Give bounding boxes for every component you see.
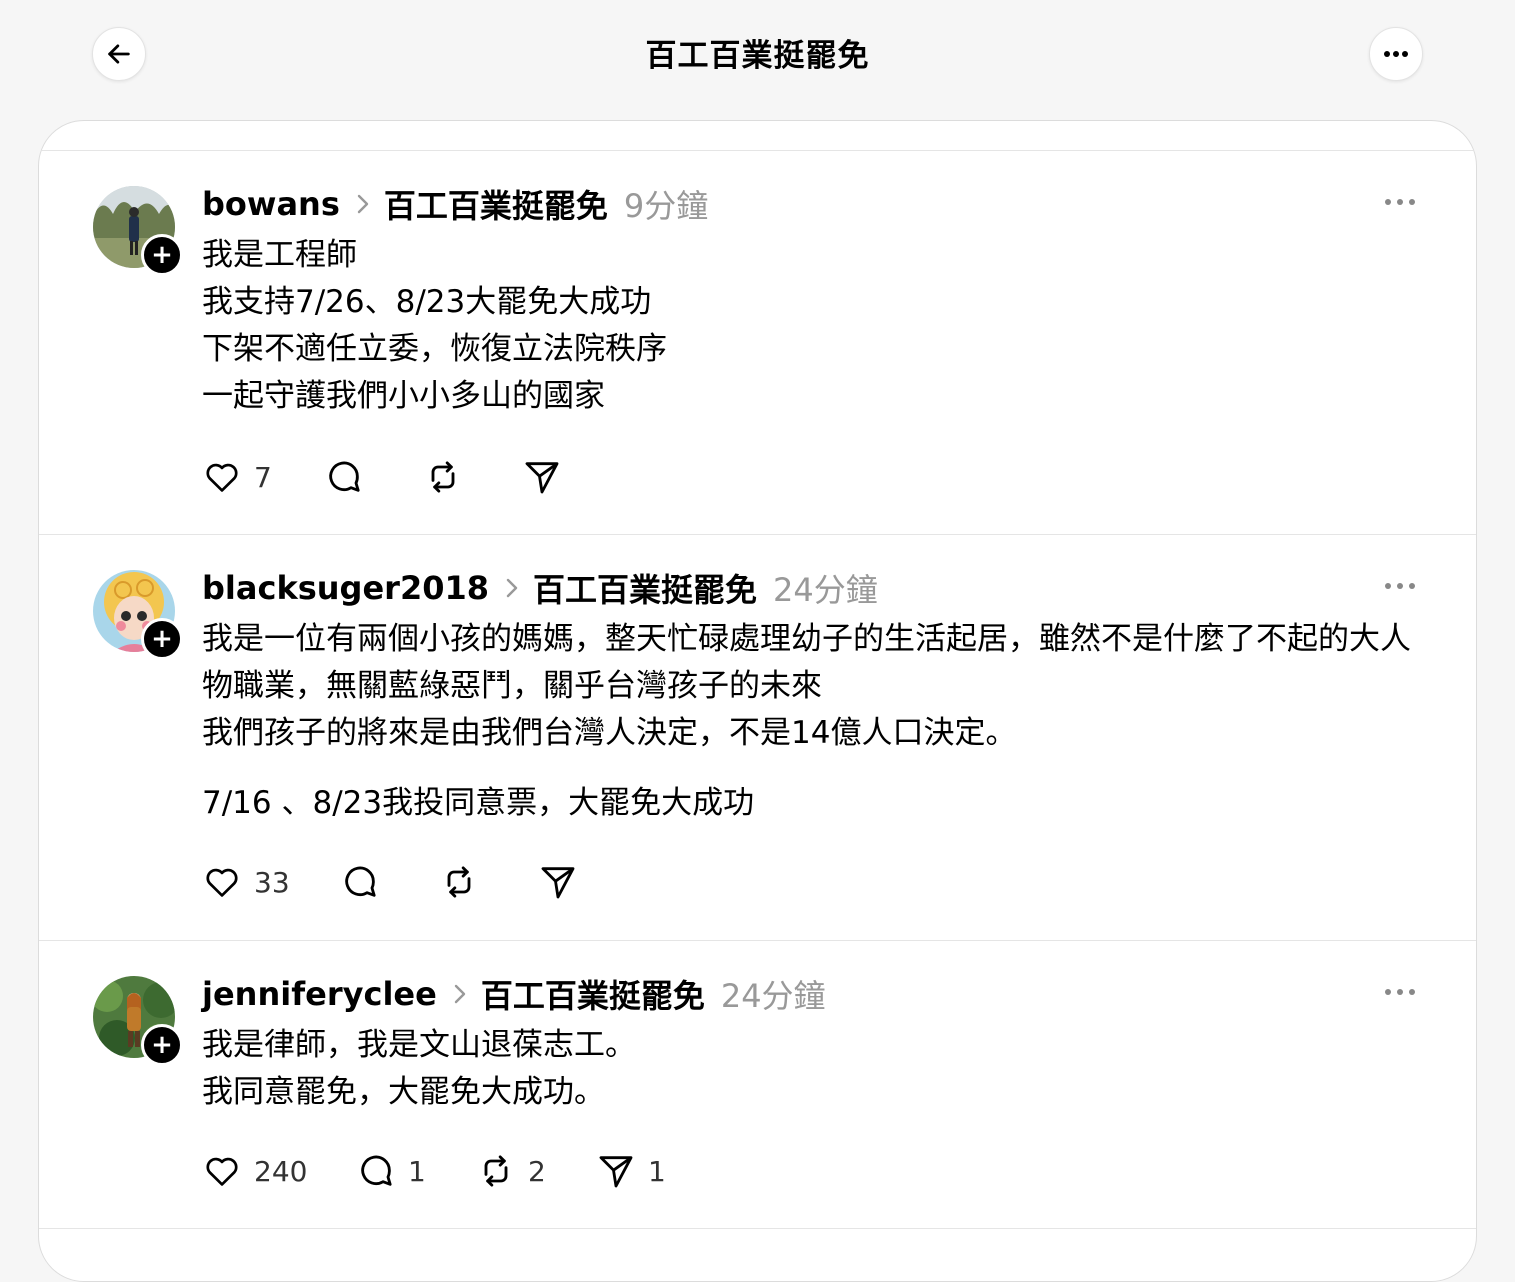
heart-icon bbox=[206, 463, 238, 492]
post-paragraph: 我是一位有兩個小孩的媽媽，整天忙碌處理幼子的生活起居，雖然不是什麼了不起的大人物… bbox=[202, 621, 1411, 751]
send-icon bbox=[599, 1156, 633, 1188]
repost-icon bbox=[447, 866, 471, 898]
follow-plus-icon[interactable]: + bbox=[141, 234, 183, 276]
share-button[interactable] bbox=[538, 862, 578, 902]
ellipsis-icon bbox=[1385, 583, 1415, 589]
post-paragraph: 我是律師，我是文山退葆志工。 我同意罷免，大罷免大成功。 bbox=[202, 1027, 636, 1110]
chevron-right-icon bbox=[356, 193, 370, 215]
reply-button[interactable]: 1 bbox=[356, 1151, 426, 1191]
share-button[interactable]: 1 bbox=[596, 1151, 666, 1191]
ellipsis-icon bbox=[1385, 989, 1415, 995]
post-body: 我是工程師 我支持7/26、8/23大罷免大成功 下架不適任立委，恢復立法院秩序… bbox=[202, 232, 1432, 420]
share-count: 1 bbox=[648, 1154, 666, 1188]
feed-card: + bowans 百工百業挺罷免 9分鐘 我是工程師 我支持7/26、8/23大… bbox=[38, 120, 1477, 1282]
reply-button[interactable] bbox=[324, 457, 364, 497]
divider bbox=[39, 1228, 1476, 1229]
post[interactable]: + blacksuger2018 百工百業挺罷免 24分鐘 我是一位有兩個小孩的… bbox=[39, 535, 1476, 939]
repost-button[interactable] bbox=[423, 457, 463, 497]
reply-count: 1 bbox=[408, 1154, 426, 1188]
page-title: 百工百業挺罷免 bbox=[645, 38, 870, 74]
more-options-button[interactable] bbox=[1369, 27, 1423, 81]
post-time: 24分鐘 bbox=[773, 571, 878, 609]
repost-button[interactable]: 2 bbox=[476, 1151, 546, 1191]
chevron-right-icon bbox=[453, 983, 467, 1005]
follow-plus-icon[interactable]: + bbox=[141, 1024, 183, 1066]
post-time: 24分鐘 bbox=[720, 977, 826, 1015]
top-bar: 百工百業挺罷免 bbox=[0, 0, 1515, 110]
speech-bubble-icon bbox=[329, 461, 360, 492]
post-more-button[interactable] bbox=[1380, 192, 1420, 212]
speech-bubble-icon bbox=[345, 866, 376, 897]
post-header: bowans 百工百業挺罷免 9分鐘 bbox=[202, 181, 708, 227]
username[interactable]: blacksuger2018 bbox=[202, 569, 489, 607]
send-icon bbox=[541, 867, 575, 899]
share-button[interactable] bbox=[522, 457, 562, 497]
post[interactable]: + bowans 百工百業挺罷免 9分鐘 我是工程師 我支持7/26、8/23大… bbox=[39, 151, 1476, 534]
repost-icon bbox=[484, 1155, 508, 1187]
post-body: 我是律師，我是文山退葆志工。 我同意罷免，大罷免大成功。 bbox=[202, 1022, 1432, 1116]
heart-icon bbox=[206, 868, 238, 897]
post-body: 我是一位有兩個小孩的媽媽，整天忙碌處理幼子的生活起居，雖然不是什麼了不起的大人物… bbox=[202, 616, 1432, 827]
community-name[interactable]: 百工百業挺罷免 bbox=[384, 181, 608, 227]
post-actions: 33 bbox=[202, 862, 622, 902]
post-header: jenniferyclee 百工百業挺罷免 24分鐘 bbox=[202, 971, 826, 1017]
like-count: 33 bbox=[254, 865, 290, 899]
like-button[interactable]: 240 bbox=[202, 1151, 307, 1191]
username[interactable]: jenniferyclee bbox=[202, 975, 437, 1013]
repost-icon bbox=[431, 461, 455, 493]
post-actions: 7 bbox=[202, 457, 602, 497]
like-count: 7 bbox=[254, 460, 272, 494]
ellipsis-icon bbox=[1385, 199, 1415, 205]
repost-count: 2 bbox=[528, 1154, 546, 1188]
like-count: 240 bbox=[254, 1154, 308, 1188]
ellipsis-icon bbox=[1384, 51, 1408, 57]
post-header: blacksuger2018 百工百業挺罷免 24分鐘 bbox=[202, 565, 878, 611]
post-time: 9分鐘 bbox=[623, 187, 709, 225]
community-name[interactable]: 百工百業挺罷免 bbox=[533, 565, 757, 611]
post-more-button[interactable] bbox=[1380, 576, 1420, 596]
speech-bubble-icon bbox=[361, 1155, 392, 1186]
community-name[interactable]: 百工百業挺罷免 bbox=[481, 971, 705, 1017]
post-paragraph: 7/16 、8/23我投同意票，大罷免大成功 bbox=[202, 785, 755, 821]
post-paragraph: 我是工程師 我支持7/26、8/23大罷免大成功 下架不適任立委，恢復立法院秩序… bbox=[202, 237, 667, 414]
send-icon bbox=[525, 462, 559, 494]
repost-button[interactable] bbox=[439, 862, 479, 902]
username[interactable]: bowans bbox=[202, 185, 340, 223]
like-button[interactable]: 33 bbox=[202, 862, 290, 902]
chevron-right-icon bbox=[505, 577, 519, 599]
follow-plus-icon[interactable]: + bbox=[141, 618, 183, 660]
post[interactable]: + jenniferyclee 百工百業挺罷免 24分鐘 我是律師，我是文山退葆… bbox=[39, 941, 1476, 1228]
post-actions: 240 1 2 1 bbox=[202, 1151, 702, 1191]
reply-button[interactable] bbox=[340, 862, 380, 902]
heart-icon bbox=[206, 1157, 238, 1186]
post-more-button[interactable] bbox=[1380, 982, 1420, 1002]
like-button[interactable]: 7 bbox=[202, 457, 272, 497]
